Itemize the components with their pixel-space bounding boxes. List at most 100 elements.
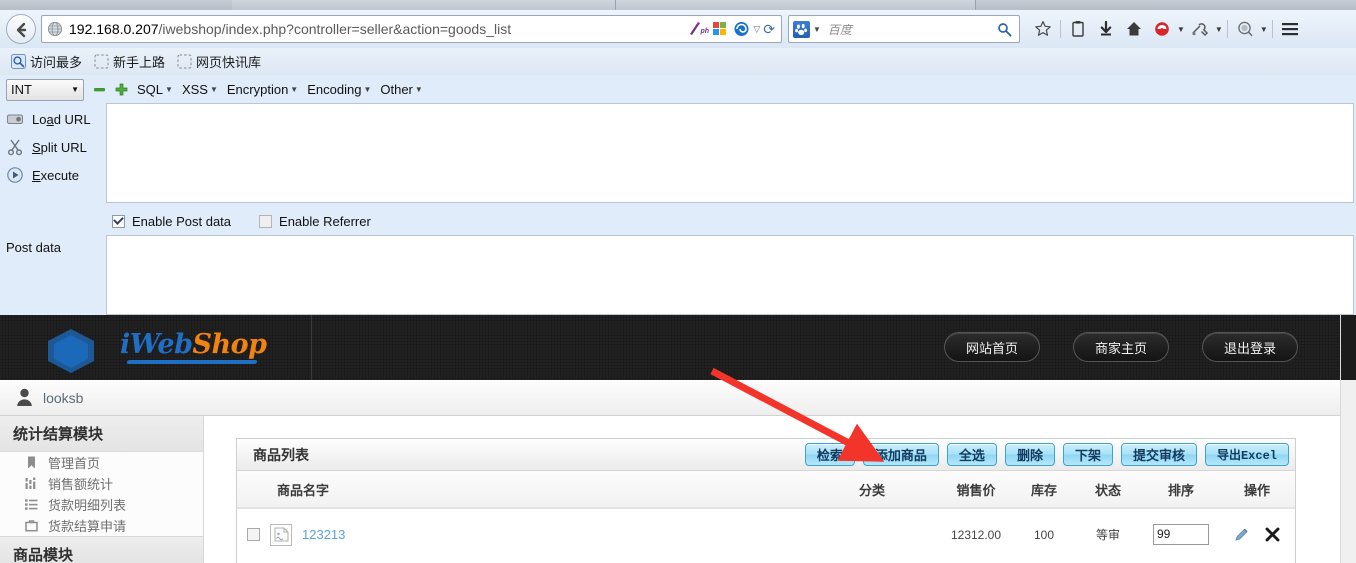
product-name-link[interactable]: 123213: [302, 527, 345, 542]
chevron-down-icon[interactable]: ▼: [813, 25, 821, 34]
chevron-down-icon[interactable]: ▼: [1177, 25, 1185, 34]
hackbar-menu-encoding[interactable]: Encoding ▼: [307, 82, 371, 97]
tab-strip: [0, 0, 1356, 10]
minus-icon[interactable]: [93, 83, 106, 96]
table-row: 123213 12312.00 100 等审 99: [237, 508, 1295, 560]
enable-post-data-label: Enable Post data: [132, 213, 232, 229]
home-button[interactable]: [1121, 16, 1147, 42]
cell-price: 12312.00: [950, 527, 1002, 542]
bookmark-getting-started[interactable]: 新手上路: [89, 50, 170, 73]
menu-label: Encryption: [226, 82, 289, 97]
column-product-name: 商品名字: [237, 471, 807, 509]
extension-magnifier-button[interactable]: [1232, 16, 1258, 42]
row-select-checkbox[interactable]: [247, 528, 260, 541]
back-button[interactable]: [6, 14, 36, 44]
hackbar-menu-sql[interactable]: SQL ▼: [137, 82, 173, 97]
merchant-home-button[interactable]: 商家主页: [1073, 332, 1169, 362]
product-list-panel: 商品列表 检索 添加商品 全选 删除 下架 提交审核 导出Excel 商品名字 …: [236, 438, 1296, 563]
table-header: 商品名字 分类 销售价 库存 状态 排序 操作: [237, 471, 1295, 509]
blue-swirl-icon[interactable]: [733, 21, 750, 37]
browser-tab[interactable]: [232, 0, 616, 10]
logo-underline: [126, 360, 258, 364]
chevron-down-icon[interactable]: ▽: [753, 24, 760, 35]
panel-title: 商品列表: [253, 446, 309, 463]
export-excel-button[interactable]: 导出Excel: [1204, 443, 1289, 466]
chevron-down-icon[interactable]: ▼: [1260, 25, 1268, 34]
sidebar-item-payment-details[interactable]: 货款明细列表: [0, 494, 203, 515]
browser-tab[interactable]: [616, 0, 976, 10]
split-url-button[interactable]: Split URL: [0, 133, 106, 161]
split-url-label: Split URL: [32, 139, 87, 155]
submit-review-button[interactable]: 提交审核: [1120, 443, 1197, 466]
address-bar[interactable]: 192.168.0.207/iwebshop/index.php?control…: [41, 15, 782, 43]
cell-operation: [1219, 508, 1295, 560]
windows-tiles-icon[interactable]: [712, 21, 730, 37]
user-bar: looksb: [0, 380, 1356, 416]
checkbox-icon: [112, 214, 125, 228]
sidebar-item-payment-settlement[interactable]: 货款结算申请: [0, 515, 203, 536]
load-url-button[interactable]: Load URL: [0, 105, 106, 133]
column-price: 销售价: [937, 471, 1015, 509]
logo-text: iWebShop: [120, 329, 267, 360]
menu-button[interactable]: [1277, 16, 1303, 42]
baidu-engine-icon[interactable]: [793, 20, 810, 38]
sidebar-item-label: 销售额统计: [48, 477, 114, 492]
cell-stock: 100: [1033, 527, 1055, 542]
sidebar-item-sales-stats[interactable]: 销售额统计: [0, 473, 203, 494]
add-product-button[interactable]: 添加商品: [862, 443, 939, 466]
reading-list-button[interactable]: [1065, 16, 1091, 42]
enable-post-data-checkbox[interactable]: Enable Post data: [112, 214, 231, 229]
hackbar-menu-encryption[interactable]: Encryption ▼: [227, 82, 298, 97]
hackbar-panel: INT ▼ SQL ▼ XSS ▼ Encryption ▼ Encoding ▼: [0, 75, 1356, 315]
unlist-button[interactable]: 下架: [1062, 443, 1113, 466]
website-home-button[interactable]: 网站首页: [944, 332, 1040, 362]
sidebar-item-label: 管理首页: [48, 456, 101, 471]
bookmark-web-slice[interactable]: 网页快讯库: [172, 50, 266, 73]
search-bar[interactable]: ▼ 百度: [788, 15, 1020, 43]
page-scrollbar[interactable]: [1340, 380, 1356, 563]
execute-button[interactable]: Execute: [0, 161, 106, 189]
column-status: 状态: [1073, 471, 1143, 509]
page-scrollbar-top[interactable]: [1340, 315, 1356, 380]
extension-red-button[interactable]: [1149, 16, 1175, 42]
select-all-button[interactable]: 全选: [946, 443, 997, 466]
hackbar-menu-other[interactable]: Other ▼: [380, 82, 422, 97]
sort-order-input[interactable]: 99: [1153, 524, 1209, 545]
edit-pencil-icon[interactable]: [1233, 526, 1250, 543]
post-data-label: Post data: [6, 240, 61, 255]
bookmark-star-button[interactable]: [1030, 16, 1056, 42]
downloads-button[interactable]: [1093, 16, 1119, 42]
php-extension-icon[interactable]: php: [689, 20, 709, 38]
hackbar-menu-xss[interactable]: XSS ▼: [182, 82, 218, 97]
cell-status: 等审: [1095, 528, 1120, 542]
split-url-icon: [8, 139, 22, 156]
bookmark-label: 网页快讯库: [196, 55, 262, 70]
chevron-down-icon[interactable]: ▼: [1215, 25, 1223, 34]
extension-tool-button[interactable]: [1187, 16, 1213, 42]
sidebar-item-admin-home[interactable]: 管理首页: [0, 452, 203, 473]
site-logo[interactable]: iWebShop: [0, 315, 312, 380]
bookmark-most-visited[interactable]: 访问最多: [6, 50, 87, 73]
delete-button[interactable]: 删除: [1004, 443, 1055, 466]
red-circle-extension-icon: [1155, 22, 1169, 36]
hackbar-post-textarea[interactable]: [106, 235, 1354, 315]
sidebar: 统计结算模块 管理首页 销售额统计 货款明细列表 货款结算申请 商品模块: [0, 416, 204, 563]
browser-chrome: 192.168.0.207/iwebshop/index.php?control…: [0, 0, 1356, 315]
plus-icon[interactable]: [115, 83, 128, 96]
web-slice-icon: [177, 54, 192, 69]
enable-referrer-checkbox[interactable]: Enable Referrer: [259, 214, 371, 229]
hackbar-url-textarea[interactable]: [106, 103, 1354, 203]
product-thumbnail[interactable]: [270, 523, 292, 546]
hackbar-toolbar: INT ▼ SQL ▼ XSS ▼ Encryption ▼ Encoding ▼: [0, 77, 423, 102]
wrench-icon: [1192, 23, 1208, 37]
table-header-row: 商品名字 分类 销售价 库存 状态 排序 操作: [237, 471, 1295, 509]
search-input[interactable]: 百度: [828, 21, 997, 38]
search-icon[interactable]: [997, 22, 1012, 37]
logout-button[interactable]: 退出登录: [1202, 332, 1298, 362]
reload-icon[interactable]: ⟳: [763, 21, 775, 38]
delete-x-icon[interactable]: [1264, 526, 1281, 543]
bar-chart-icon: [24, 477, 36, 489]
column-operation: 操作: [1219, 471, 1295, 509]
hackbar-type-select[interactable]: INT ▼: [6, 78, 84, 101]
search-button[interactable]: 检索: [804, 443, 855, 466]
